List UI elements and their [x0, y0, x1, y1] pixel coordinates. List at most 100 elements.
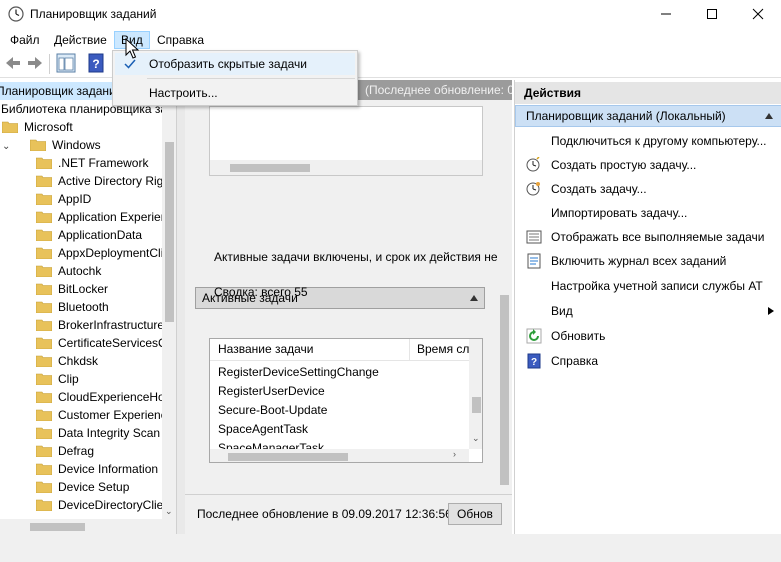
tree-item[interactable]: .NET Framework: [35, 154, 149, 172]
tree-item-label: AppxDeploymentClient: [58, 246, 177, 260]
back-arrow-icon[interactable]: [3, 53, 23, 73]
tree-item[interactable]: DeviceDirectoryClient: [35, 496, 174, 514]
action-item[interactable]: Включить журнал всех заданий: [515, 251, 781, 271]
action-item[interactable]: Отображать все выполняемые задачи: [515, 227, 781, 247]
scrollbar-thumb[interactable]: [30, 523, 85, 531]
tree-item[interactable]: BrokerInfrastructure: [35, 316, 164, 334]
table-row[interactable]: RegisterDeviceSettingChange: [218, 363, 379, 382]
menu-help[interactable]: Справка: [151, 31, 210, 49]
forward-arrow-icon[interactable]: [25, 53, 45, 73]
console-tree-icon[interactable]: [56, 53, 76, 73]
menu-item-show-hidden-tasks[interactable]: Отобразить скрытые задачи: [115, 53, 355, 75]
action-item[interactable]: Обновить: [515, 326, 781, 346]
folder-icon: [35, 444, 53, 458]
table-row[interactable]: RegisterUserDevice: [218, 382, 325, 401]
action-item[interactable]: Импортировать задачу...: [515, 203, 781, 223]
tree-item-label: Clip: [58, 372, 79, 386]
list-horizontal-scrollbar[interactable]: ›: [210, 449, 469, 462]
tree-item[interactable]: Customer Experience Improvement Program: [35, 406, 176, 424]
scrollbar-thumb[interactable]: [230, 164, 310, 172]
tree-item[interactable]: CertificateServicesClient: [35, 334, 176, 352]
summary-vertical-scrollbar[interactable]: [497, 100, 512, 490]
tree-item-label: Active Directory Rights Management Servi…: [58, 174, 176, 188]
folder-icon: [35, 480, 53, 494]
table-row[interactable]: Secure-Boot-Update: [218, 401, 327, 420]
last-update-text: Последнее обновление в 09.09.2017 12:36:…: [197, 507, 452, 521]
tree-item[interactable]: Bluetooth: [35, 298, 109, 316]
tree-item[interactable]: Device Setup: [35, 478, 129, 496]
status-box-hscrollbar[interactable]: [210, 160, 482, 175]
tree-item[interactable]: Device Information: [35, 460, 158, 478]
column-header-name[interactable]: Название задачи: [218, 342, 314, 356]
tree-item-label: DeviceDirectoryClient: [58, 498, 174, 512]
tree-item-label: Bluetooth: [58, 300, 109, 314]
tree-item-label: .NET Framework: [58, 156, 149, 170]
actions-section-header[interactable]: Планировщик заданий (Локальный): [515, 105, 781, 127]
tree-item[interactable]: Active Directory Rights Management Servi…: [35, 172, 176, 190]
menu-item-customize[interactable]: Настроить...: [115, 82, 355, 104]
tree-item-label: ApplicationData: [58, 228, 143, 242]
scroll-down-arrow-icon[interactable]: ⌄: [165, 506, 173, 517]
scrollbar-thumb[interactable]: [472, 397, 481, 413]
tree-item[interactable]: Clip: [35, 370, 79, 388]
tree-item-label: AppID: [58, 192, 92, 206]
menu-item-label: Отобразить скрытые задачи: [149, 57, 307, 71]
action-item[interactable]: ? Справка: [515, 351, 781, 371]
tree-item[interactable]: AppID: [35, 190, 92, 208]
folder-icon: [35, 390, 53, 404]
folder-icon: [29, 138, 47, 152]
menu-file[interactable]: Файл: [4, 31, 46, 49]
tree-item[interactable]: AppxDeploymentClient: [35, 244, 177, 262]
maximize-button[interactable]: [689, 0, 735, 28]
actions-header: Действия: [515, 82, 781, 104]
tree-item[interactable]: Defrag: [35, 442, 94, 460]
tree-item[interactable]: Data Integrity Scan: [35, 424, 160, 442]
active-tasks-description: Активные задачи включены, и срок их дейс…: [214, 250, 512, 264]
folder-icon: [35, 372, 53, 386]
mouse-pointer-icon: [125, 38, 139, 59]
chevron-down-icon[interactable]: ⌄: [2, 138, 16, 156]
scrollbar-thumb[interactable]: [165, 142, 174, 322]
list-vertical-scrollbar[interactable]: ⌄: [469, 339, 482, 449]
svg-text:?: ?: [92, 57, 99, 71]
tree-item[interactable]: Chkdsk: [35, 352, 98, 370]
table-row[interactable]: SpaceAgentTask: [218, 420, 308, 439]
action-item[interactable]: Вид: [515, 301, 781, 321]
action-item[interactable]: Создать простую задачу...: [515, 155, 781, 175]
folder-icon: [35, 408, 53, 422]
action-label: Подключиться к другому компьютеру...: [551, 134, 767, 148]
help-book-icon[interactable]: ?: [86, 53, 106, 73]
collapse-up-icon[interactable]: [765, 113, 773, 119]
tree-item[interactable]: Application Experience: [35, 208, 176, 226]
task-summary-pane: (Последнее обновление: 09.09.2017 12:36:…: [185, 80, 512, 534]
folder-icon: [35, 300, 53, 314]
scroll-down-arrow-icon[interactable]: ⌄: [472, 433, 480, 444]
tree-item[interactable]: BitLocker: [35, 280, 108, 298]
tree-horizontal-scrollbar[interactable]: [0, 519, 176, 534]
scrollbar-thumb[interactable]: [500, 295, 509, 485]
folder-icon: [35, 156, 53, 170]
tree-item-windows[interactable]: ⌄ Windows: [2, 136, 101, 154]
tree-item[interactable]: CloudExperienceHost: [35, 388, 174, 406]
minimize-icon: [661, 13, 671, 15]
pane-splitter[interactable]: [177, 80, 185, 534]
tree-item-microsoft[interactable]: Microsoft: [1, 118, 73, 136]
folder-icon: [1, 120, 19, 134]
action-label: Импортировать задачу...: [551, 206, 688, 220]
column-divider[interactable]: [409, 339, 410, 361]
scrollbar-thumb[interactable]: [228, 453, 348, 461]
close-button[interactable]: [735, 0, 781, 28]
action-item[interactable]: Подключиться к другому компьютеру...: [515, 131, 781, 151]
tree-item[interactable]: ApplicationData: [35, 226, 143, 244]
refresh-icon: [526, 328, 542, 344]
refresh-button[interactable]: Обнов: [448, 503, 502, 525]
menu-bar: Файл Действие Вид Справка: [0, 28, 781, 50]
tree-vertical-scrollbar[interactable]: ⌄: [162, 102, 176, 519]
tree-item[interactable]: Autochk: [35, 262, 101, 280]
scroll-right-arrow-icon[interactable]: ›: [453, 449, 456, 459]
action-item[interactable]: Настройка учетной записи службы AT: [515, 276, 781, 296]
collapse-up-icon[interactable]: [470, 295, 478, 301]
action-item[interactable]: Создать задачу...: [515, 179, 781, 199]
menu-action[interactable]: Действие: [48, 31, 113, 49]
minimize-button[interactable]: [643, 0, 689, 28]
